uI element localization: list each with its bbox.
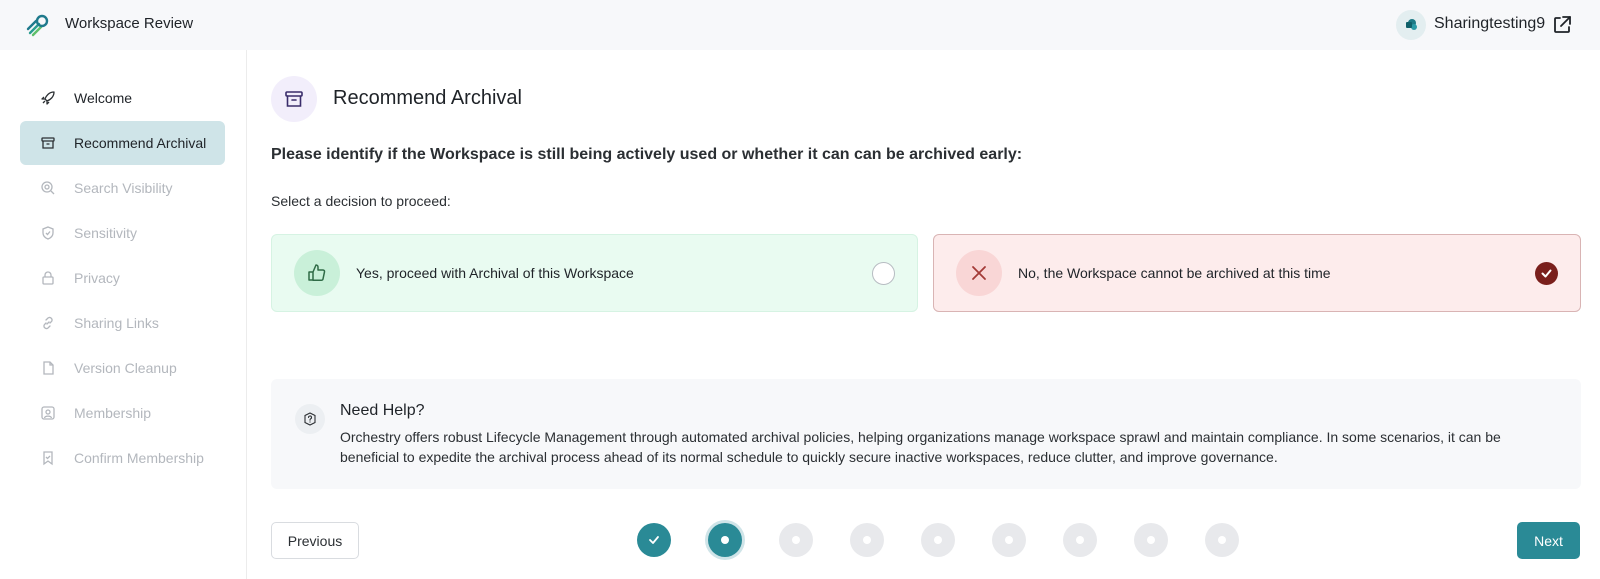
option-yes-archive[interactable]: Yes, proceed with Archival of this Works… [271, 234, 918, 312]
page-title: Recommend Archival [333, 87, 522, 109]
step-4[interactable] [850, 523, 884, 557]
step-2-current[interactable] [708, 523, 742, 557]
person-icon [40, 405, 56, 421]
search-visibility-icon [40, 180, 56, 196]
sidebar-item-welcome[interactable]: Welcome [20, 76, 225, 120]
sidebar-item-sensitivity[interactable]: Sensitivity [20, 211, 225, 255]
radio-checked[interactable] [1535, 262, 1558, 285]
option-label: No, the Workspace cannot be archived at … [1018, 265, 1331, 281]
shield-icon [40, 225, 56, 241]
option-label: Yes, proceed with Archival of this Works… [356, 265, 634, 281]
sidebar-item-label: Sensitivity [74, 225, 138, 241]
link-icon [40, 315, 56, 331]
step-dot [1218, 536, 1226, 544]
sharepoint-icon [1406, 19, 1417, 30]
sidebar-item-sharing-links[interactable]: Sharing Links [20, 301, 225, 345]
sidebar-item-privacy[interactable]: Privacy [20, 256, 225, 300]
bookmark-check-icon [40, 450, 56, 466]
sidebar-item-membership[interactable]: Membership [20, 391, 225, 435]
app-title: Workspace Review [65, 15, 194, 32]
step-5[interactable] [921, 523, 955, 557]
step-8[interactable] [1134, 523, 1168, 557]
check-icon [1541, 269, 1552, 278]
step-dot [1076, 536, 1084, 544]
radio-unchecked[interactable] [872, 262, 895, 285]
step-7[interactable] [1063, 523, 1097, 557]
step-6[interactable] [992, 523, 1026, 557]
sidebar-item-version-cleanup[interactable]: Version Cleanup [20, 346, 225, 390]
x-icon [956, 250, 1002, 296]
select-prompt: Select a decision to proceed: [271, 193, 451, 209]
document-icon [40, 360, 56, 376]
step-dot [721, 536, 729, 544]
option-no-archive[interactable]: No, the Workspace cannot be archived at … [933, 234, 1581, 312]
previous-button[interactable]: Previous [271, 522, 359, 559]
sidebar-item-label: Membership [74, 405, 152, 421]
thumbs-up-icon [294, 250, 340, 296]
next-button[interactable]: Next [1517, 522, 1580, 559]
step-9[interactable] [1205, 523, 1239, 557]
decision-question: Please identify if the Workspace is stil… [271, 146, 1023, 163]
help-body: Orchestry offers robust Lifecycle Manage… [340, 429, 1501, 465]
top-bar: Workspace Review Sharingtesting9 [0, 0, 1600, 50]
sidebar-item-label: Search Visibility [74, 180, 173, 196]
question-shield-icon [295, 404, 325, 434]
rocket-icon [40, 90, 56, 106]
sidebar-item-label: Recommend Archival [74, 135, 207, 151]
archive-icon [40, 135, 56, 151]
help-title: Need Help? [340, 402, 425, 419]
step-dot [934, 536, 942, 544]
help-panel: Need Help? Orchestry offers robust Lifec… [271, 379, 1581, 489]
step-3[interactable] [779, 523, 813, 557]
step-dot [792, 536, 800, 544]
app-logo-icon [26, 14, 49, 37]
sidebar-item-label: Welcome [74, 90, 133, 106]
user-avatar[interactable] [1396, 10, 1426, 40]
sidebar-item-confirm-membership[interactable]: Confirm Membership [20, 436, 225, 480]
sidebar-item-search-visibility[interactable]: Search Visibility [20, 166, 225, 210]
step-1-done[interactable] [637, 523, 671, 557]
external-link-icon[interactable] [1552, 15, 1572, 35]
archive-icon [271, 76, 317, 122]
check-icon [649, 536, 659, 544]
lock-icon [40, 270, 56, 286]
step-dot [863, 536, 871, 544]
sidebar-item-label: Sharing Links [74, 315, 159, 331]
sidebar-nav: Welcome Recommend Archival Search Visibi… [0, 50, 247, 579]
sidebar-item-label: Confirm Membership [74, 450, 204, 466]
sidebar-item-recommend-archival[interactable]: Recommend Archival [20, 121, 225, 165]
sidebar-item-label: Privacy [74, 270, 120, 286]
step-dot [1005, 536, 1013, 544]
user-name[interactable]: Sharingtesting9 [1434, 15, 1545, 33]
sidebar-item-label: Version Cleanup [74, 360, 177, 376]
step-dot [1147, 536, 1155, 544]
